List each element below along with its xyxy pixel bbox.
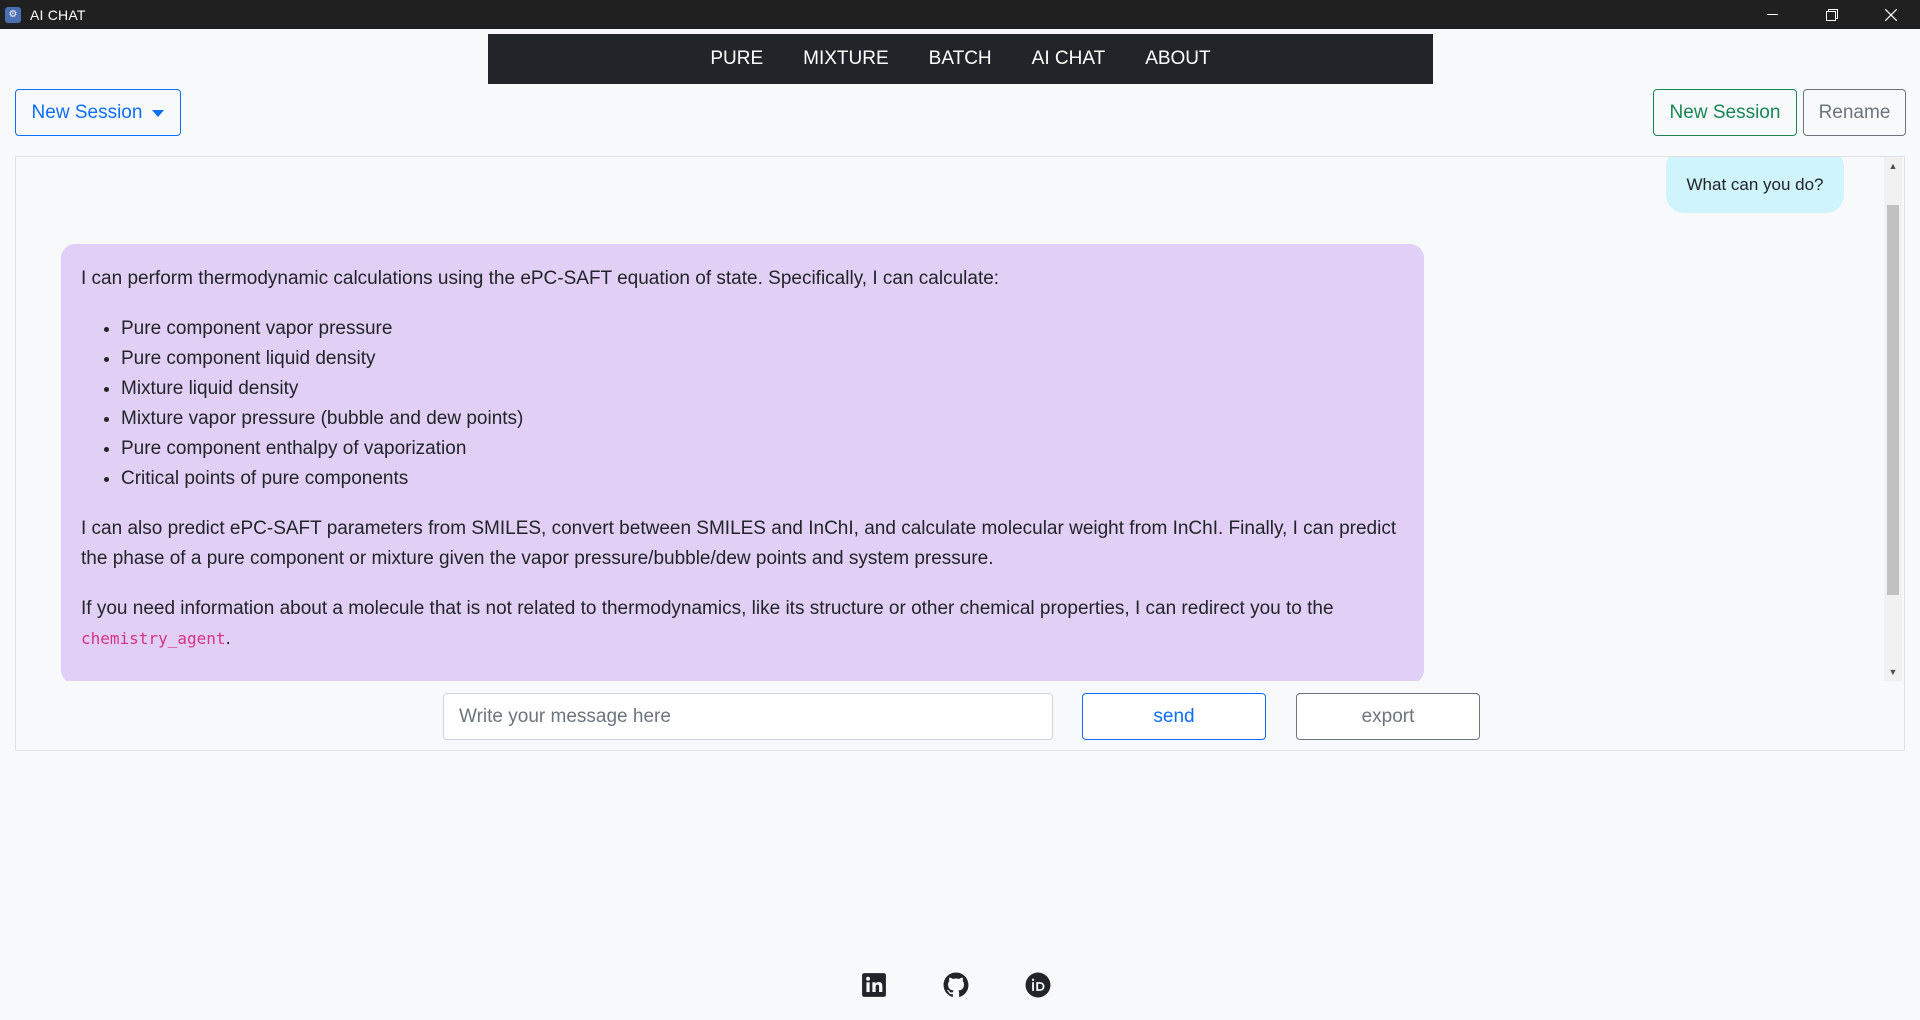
capability-list: Pure component vapor pressure Pure compo… [81,314,1404,494]
minimize-icon[interactable] [1743,0,1802,29]
nav-mixture[interactable]: MIXTURE [803,48,889,70]
scroll-down-icon[interactable]: ▼ [1884,663,1902,681]
inline-code: chemistry_agent [81,629,226,648]
list-item: Pure component vapor pressure [121,314,1404,344]
export-button[interactable]: export [1296,693,1480,740]
user-message: What can you do? [1666,157,1844,213]
nav-ai-chat[interactable]: AI CHAT [1032,48,1106,70]
assistant-message: I can perform thermodynamic calculations… [61,244,1424,681]
list-item: Mixture liquid density [121,374,1404,404]
message-input[interactable] [443,693,1053,740]
window-titlebar: ⚙ AI CHAT [0,0,1920,29]
caret-down-icon [152,110,165,117]
window-title: AI CHAT [30,6,86,23]
list-item: Mixture vapor pressure (bubble and dew p… [121,404,1404,434]
chat-history: What can you do? I can perform thermodyn… [16,157,1884,681]
rename-button[interactable]: Rename [1803,89,1906,136]
main-navbar: PURE MIXTURE BATCH AI CHAT ABOUT [488,34,1433,84]
session-dropdown-label: New Session [31,101,143,123]
chat-panel: What can you do? I can perform thermodyn… [15,156,1905,751]
nav-pure[interactable]: PURE [710,48,763,70]
send-button[interactable]: send [1082,693,1266,740]
chat-scrollbar[interactable]: ▲ ▼ [1884,157,1902,681]
list-item: Pure component enthalpy of vaporization [121,434,1404,464]
list-item: Critical points of pure components [121,464,1404,494]
assistant-paragraph: I can also predict ePC-SAFT parameters f… [81,518,1397,569]
linkedin-icon[interactable] [861,972,887,998]
github-icon[interactable] [943,972,969,998]
footer [0,972,1920,1002]
close-icon[interactable] [1861,0,1920,29]
orcid-icon[interactable] [1025,972,1051,998]
window-controls [1743,0,1920,29]
restore-icon[interactable] [1802,0,1861,29]
list-item: Pure component liquid density [121,344,1404,374]
nav-about[interactable]: ABOUT [1145,48,1210,70]
session-dropdown[interactable]: New Session [15,89,181,136]
new-session-button[interactable]: New Session [1653,89,1797,136]
assistant-intro: I can perform thermodynamic calculations… [81,268,1000,289]
scroll-thumb[interactable] [1887,205,1899,595]
paragraph-text: . [225,628,231,649]
assistant-paragraph: If you need information about a molecule… [81,594,1404,654]
scroll-up-icon[interactable]: ▲ [1884,157,1902,175]
nav-batch[interactable]: BATCH [929,48,992,70]
app-icon: ⚙ [5,6,21,23]
paragraph-text: If you need information about a molecule… [81,598,1334,619]
